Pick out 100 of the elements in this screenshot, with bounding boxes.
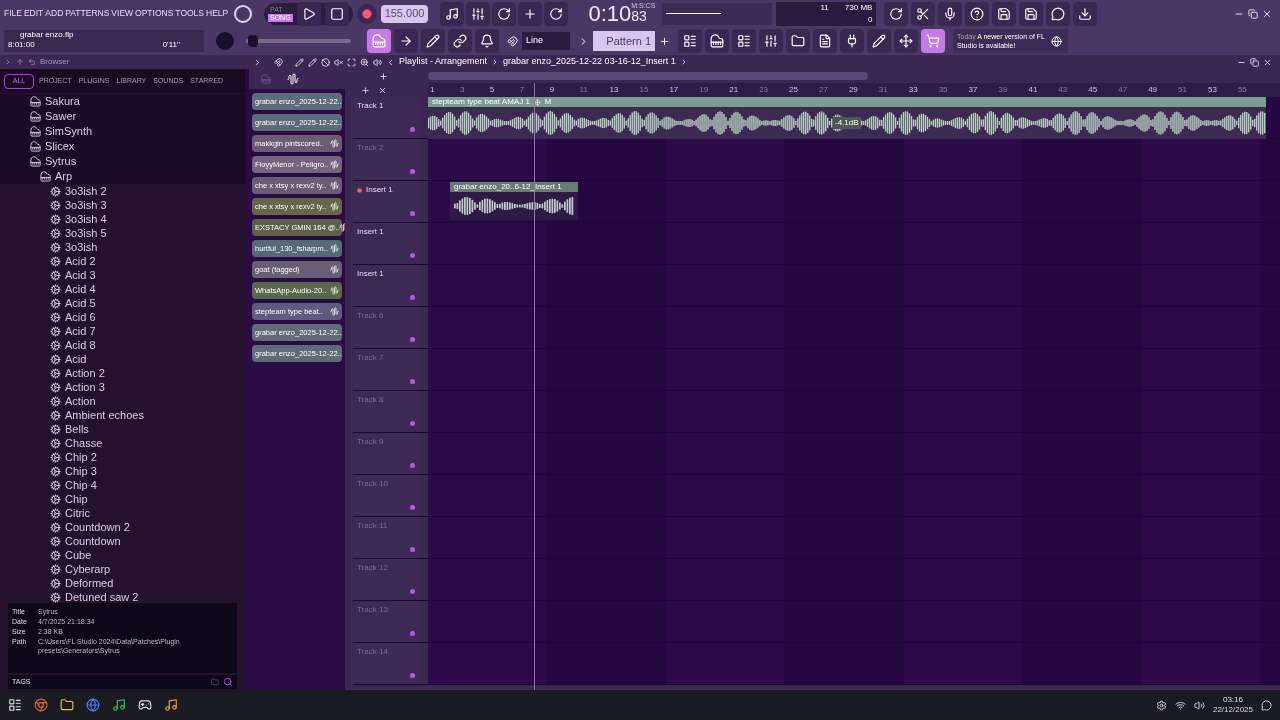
time-centiseconds: 83 xyxy=(631,8,647,23)
bar-number: 15 xyxy=(638,84,650,96)
browser-item[interactable]: Bells xyxy=(0,422,245,436)
menu-item[interactable]: HELP xyxy=(206,7,229,20)
bar-number: 9 xyxy=(548,84,556,96)
bar-number: 29 xyxy=(847,84,859,96)
tempo-field[interactable]: 155.000 xyxy=(380,4,429,23)
gain-label: -4.1dB xyxy=(833,117,861,129)
bar-number: 31 xyxy=(877,84,889,96)
browser-item[interactable]: 3o3ish 5 xyxy=(0,226,245,240)
memory-reading: 730 MB xyxy=(844,1,873,14)
browser-item[interactable]: Slicex xyxy=(0,139,245,154)
menu-item[interactable]: VIEW xyxy=(111,7,134,20)
track-name: Insert 1 xyxy=(366,184,393,196)
browser-item[interactable]: Chasse xyxy=(0,436,245,450)
browser-item[interactable]: Sawer xyxy=(0,109,245,124)
track-name: Insert 1 xyxy=(357,226,384,238)
pattern-selector[interactable]: Pattern 1 xyxy=(593,31,655,51)
track-name: Track 14 xyxy=(357,646,388,658)
track-name: Insert 1 xyxy=(357,268,384,280)
menu-item[interactable]: OPTIONS xyxy=(135,7,174,20)
browser-item[interactable]: Action 2 xyxy=(0,366,245,380)
browser-item[interactable]: Cyberarp xyxy=(0,562,245,576)
bar-number: 27 xyxy=(818,84,829,96)
timeline-ruler[interactable]: 1 3 5 7 9 11 13 15 17 19 21 23 25 27 29 31 33 35 37 39 41 43 45 47 49 51 53 55 xyxy=(428,83,1280,97)
browser-item[interactable]: Chip 2 xyxy=(0,450,245,464)
browser-item[interactable]: Acid 6 xyxy=(0,310,245,324)
browser-item[interactable]: Acid 4 xyxy=(0,282,245,296)
menu-item[interactable]: FILE xyxy=(4,7,22,20)
browser-item[interactable]: SimSynth xyxy=(0,124,245,139)
bar-number: 37 xyxy=(967,84,979,96)
song-position: 8:01:00 xyxy=(8,40,35,50)
browser-item[interactable]: Action 3 xyxy=(0,380,245,394)
bar-number: 49 xyxy=(1147,84,1159,96)
track-name: Track 12 xyxy=(357,562,388,574)
browser-item[interactable]: 3o3ish 4 xyxy=(0,212,245,226)
playlist-breadcrumb: grabar enzo_2025-12-22 03-16-12_Insert 1 xyxy=(503,55,676,69)
browser-item[interactable]: 3o3ish 3 xyxy=(0,198,245,212)
polyphony-reading: 0 xyxy=(867,13,873,26)
menu-item[interactable]: ADD xyxy=(45,7,64,20)
browser-item[interactable]: Acid 5 xyxy=(0,296,245,310)
bar-number: 23 xyxy=(758,84,770,96)
bar-number: 43 xyxy=(1057,84,1069,96)
bar-number: 45 xyxy=(1087,84,1099,96)
browser-item[interactable]: Action xyxy=(0,394,245,408)
bar-number: 7 xyxy=(518,84,526,96)
bar-number: 39 xyxy=(997,84,1009,96)
bar-number: 21 xyxy=(728,84,740,96)
bar-number: 25 xyxy=(788,84,799,96)
bar-number: 41 xyxy=(1027,84,1039,96)
browser-item[interactable]: Chip xyxy=(0,492,245,506)
project-file-name: grabar enzo.flp xyxy=(19,30,75,40)
browser-item[interactable]: Cube xyxy=(0,548,245,562)
browser-item[interactable]: Acid 2 xyxy=(0,254,245,268)
browser-item[interactable]: Detuned saw 2 xyxy=(0,590,245,603)
browser-item[interactable]: Sakura xyxy=(0,94,245,109)
bar-number: 13 xyxy=(608,84,620,96)
bar-number: 47 xyxy=(1117,84,1129,96)
clip-name: grabar enzo_20..6-12_Insert 1 xyxy=(454,181,562,193)
track-name: Track 1 xyxy=(357,100,384,112)
bar-number: 51 xyxy=(1177,84,1188,96)
menu-item[interactable]: TOOLS xyxy=(175,7,205,20)
snap-dropdown[interactable]: Line xyxy=(522,32,570,50)
time-display: 0:10 xyxy=(588,1,632,26)
browser-item[interactable]: Acid 7 xyxy=(0,324,245,338)
browser-item[interactable]: Acid 8 xyxy=(0,338,245,352)
bar-number: 1 xyxy=(429,84,436,96)
clip-name: stepteam type beat AMAJ 1 xyxy=(432,96,530,108)
browser-item[interactable]: Chip 4 xyxy=(0,478,245,492)
browser-item[interactable]: Citric xyxy=(0,506,245,520)
bar-number: 55 xyxy=(1236,84,1248,96)
bar-number: 5 xyxy=(488,84,496,96)
clock-date: 22/12/2025 xyxy=(1212,705,1253,715)
browser-item[interactable]: Chip 3 xyxy=(0,464,245,478)
bar-number: 35 xyxy=(937,84,949,96)
bar-number: 11 xyxy=(578,84,589,96)
menu-item[interactable]: PATTERNS xyxy=(65,7,110,20)
song-length: 0'11'' xyxy=(162,40,180,50)
clock-time: 03:16 xyxy=(1222,695,1243,705)
browser-item[interactable]: Sytrus xyxy=(0,154,245,169)
browser-item[interactable]: 3o3ish xyxy=(0,240,245,254)
bar-number: 19 xyxy=(698,84,710,96)
cpu-reading: 11 xyxy=(820,1,829,14)
clip-name-tail: M xyxy=(544,96,552,108)
bar-number: 17 xyxy=(668,84,680,96)
browser-title: Browser xyxy=(40,56,70,68)
browser-item[interactable]: Countdown xyxy=(0,534,245,548)
browser-item[interactable]: Acid xyxy=(0,352,245,366)
browser-item[interactable]: Deformed xyxy=(0,576,245,590)
playlist-title: Playlist - Arrangement xyxy=(399,55,488,69)
browser-item[interactable]: Ambient echoes xyxy=(0,408,245,422)
browser-item[interactable]: Arp xyxy=(0,169,245,184)
browser-item[interactable]: Countdown 2 xyxy=(0,520,245,534)
browser-item[interactable]: 3o3ish 2 xyxy=(0,184,245,198)
menu-item[interactable]: EDIT xyxy=(23,7,44,20)
audio-clip[interactable]: grabar enzo_20..6-12_Insert 1 xyxy=(450,182,578,220)
bar-number: 33 xyxy=(907,84,919,96)
browser-item[interactable]: Acid 3 xyxy=(0,268,245,282)
audio-clip[interactable]: stepteam type beat AMAJ 1 M -4.1dB xyxy=(428,97,1266,139)
bar-number: 53 xyxy=(1206,84,1218,96)
